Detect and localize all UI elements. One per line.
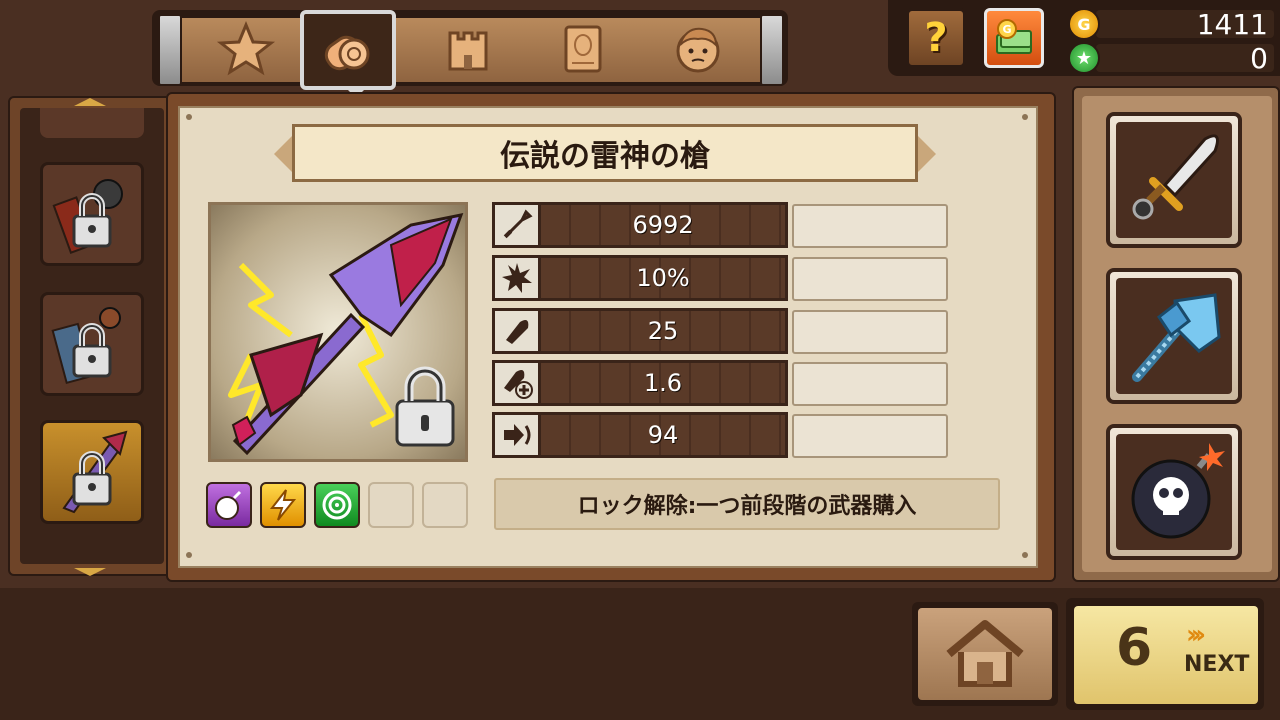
shop-button[interactable]: G — [984, 8, 1044, 68]
bullet-icon — [492, 308, 542, 354]
stat-value: 10% — [636, 264, 690, 292]
stat-value: 94 — [647, 421, 679, 449]
banner-left-end — [274, 134, 294, 174]
hero-face-icon — [676, 27, 720, 73]
stat-bar: 6992 — [538, 202, 788, 248]
stat-bar: 25 — [538, 308, 788, 354]
weapon-image-box — [208, 202, 468, 462]
attack-icon — [492, 202, 542, 248]
stat-row-attack: 6992 — [492, 202, 788, 248]
banner-right-end — [916, 134, 936, 174]
empty-skill-slot — [422, 482, 468, 528]
scroll-up-arrow-icon[interactable] — [74, 98, 106, 106]
next-label: NEXT — [1184, 652, 1250, 677]
tab-scroll[interactable] — [534, 18, 630, 80]
tab-bar-right-rivet — [760, 14, 784, 86]
pin-icon — [186, 114, 192, 120]
bullet-speed-icon — [492, 360, 542, 406]
star-amount: 0 — [1250, 42, 1268, 75]
pin-icon — [1022, 552, 1028, 558]
locked-weapon-thumbnail — [51, 307, 121, 385]
locked-weapon-thumbnail — [52, 179, 123, 254]
next-count: 6 — [1116, 618, 1153, 678]
scroll-icon — [564, 25, 602, 73]
weapon-title: 伝説の雷神の槍 — [500, 139, 710, 174]
tab-castle[interactable] — [420, 18, 516, 80]
star-strip — [1096, 44, 1274, 72]
weapon-slot-3-selected[interactable] — [40, 420, 144, 524]
thunder-spear-image — [228, 213, 464, 456]
stat-row-bullet: 25 — [492, 308, 788, 354]
star-icon — [216, 21, 276, 76]
stat-compare-blank — [792, 362, 948, 406]
weapon-slot-2[interactable] — [40, 292, 144, 396]
skull-bomb-icon — [1116, 434, 1232, 550]
stat-value: 1.6 — [643, 369, 683, 397]
help-button[interactable]: ? — [906, 8, 966, 68]
stat-row-critical: 10% — [492, 255, 788, 301]
unlock-condition: ロック解除:一つ前段階の武器購入 — [494, 478, 1000, 530]
star-coin-icon: ★ — [1068, 42, 1100, 74]
sword-icon — [1116, 122, 1232, 238]
pin-icon — [1022, 114, 1028, 120]
tab-cannon[interactable] — [300, 10, 396, 98]
stat-compare-blank — [792, 414, 948, 458]
unlock-condition-text: ロック解除:一つ前段階の武器購入 — [577, 494, 917, 519]
weapon-slot-1[interactable] — [40, 162, 144, 266]
cash-icon: G — [996, 19, 1032, 54]
stat-row-bullet-speed: 1.6 — [492, 360, 788, 406]
castle-icon — [448, 31, 488, 71]
pin-icon — [186, 552, 192, 558]
weapon-title-banner: 伝説の雷神の槍 — [292, 124, 918, 182]
tab-star[interactable] — [198, 18, 294, 80]
target-skill-icon[interactable] — [314, 482, 360, 528]
lightning-skill-icon[interactable] — [260, 482, 306, 528]
empty-skill-slot — [368, 482, 414, 528]
category-bomb-button[interactable] — [1106, 424, 1242, 560]
category-axe-button[interactable] — [1106, 268, 1242, 404]
stat-bar: 10% — [538, 255, 788, 301]
range-icon — [492, 412, 542, 458]
stat-compare-blank — [792, 257, 948, 301]
svg-text:G: G — [1002, 23, 1011, 36]
scroll-down-arrow-icon[interactable] — [74, 568, 106, 576]
gold-coin-icon: G — [1068, 8, 1100, 40]
gold-amount: 1411 — [1196, 8, 1268, 41]
tab-bar-left-rivet — [158, 14, 182, 86]
critical-icon — [492, 255, 542, 301]
weapon-slot-partial[interactable] — [40, 108, 144, 138]
stat-value: 6992 — [632, 211, 694, 239]
bomb-skill-icon[interactable] — [206, 482, 252, 528]
home-icon — [946, 620, 1024, 687]
category-sword-button[interactable] — [1106, 112, 1242, 248]
stat-row-range: 94 — [492, 412, 788, 458]
next-chevron-icon: ››› — [1186, 620, 1206, 650]
stat-value: 25 — [647, 317, 679, 345]
stat-bar: 94 — [538, 412, 788, 458]
ice-axe-icon — [1116, 278, 1232, 394]
home-button[interactable] — [918, 608, 1052, 700]
cannon-icon — [324, 35, 370, 71]
locked-weapon-thumbnail — [62, 430, 128, 514]
stat-compare-blank — [792, 204, 948, 248]
stat-compare-blank — [792, 310, 948, 354]
stat-bar: 1.6 — [538, 360, 788, 406]
tab-hero[interactable] — [650, 18, 746, 80]
help-icon: ? — [924, 15, 948, 61]
